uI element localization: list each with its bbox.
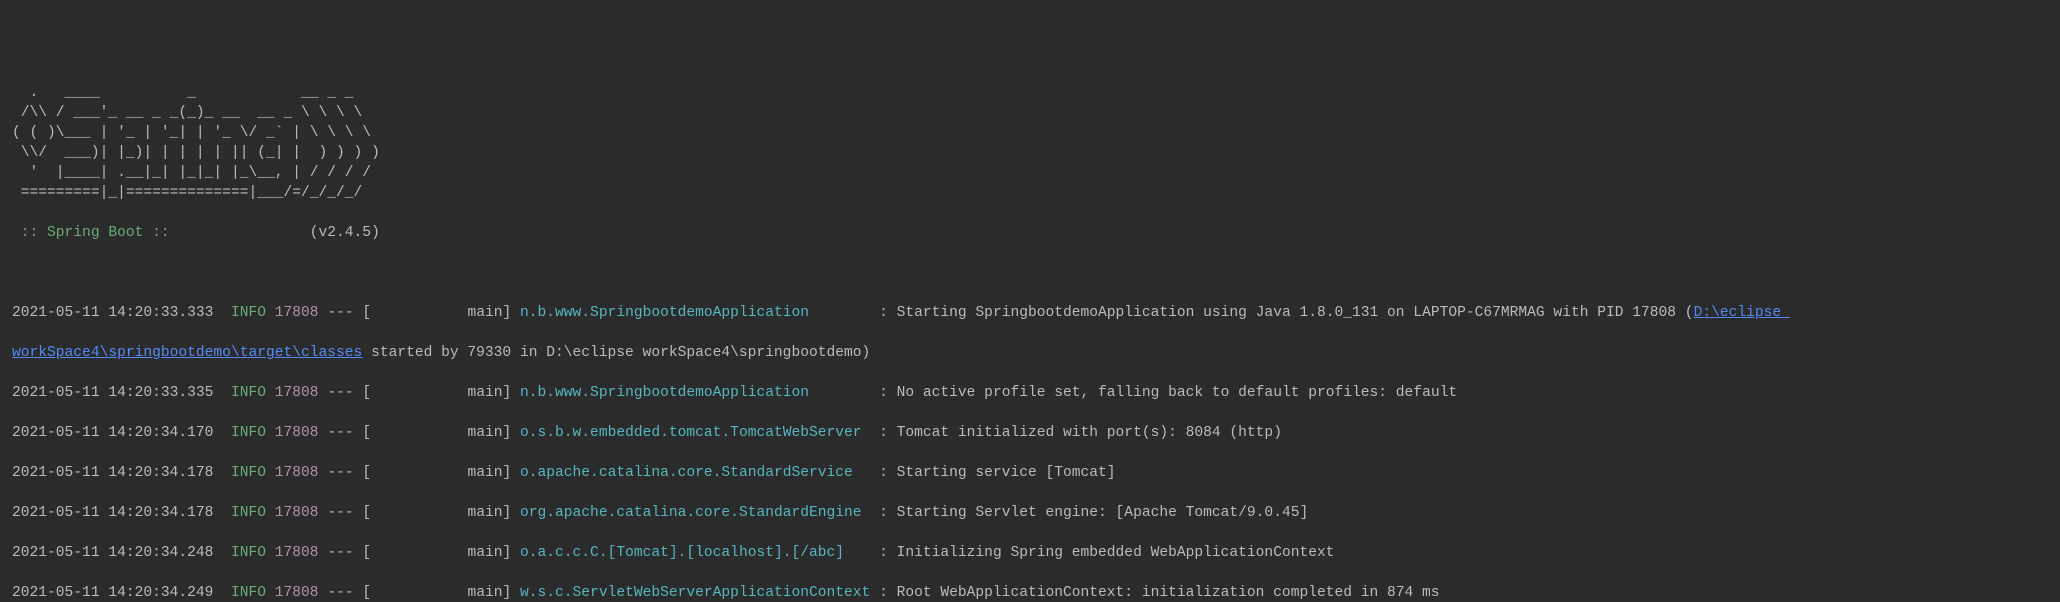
log-line-1: 2021-05-11 14:20:33.333 INFO 17808 --- […: [12, 303, 2048, 323]
banner-spring-line: :: Spring Boot :: (v2.4.5): [12, 223, 2048, 243]
log-line-3: 2021-05-11 14:20:34.170 INFO 17808 --- […: [12, 423, 2048, 443]
log-line-6: 2021-05-11 14:20:34.248 INFO 17808 --- […: [12, 543, 2048, 563]
banner-ascii: . ____ _ __ _ _ /\\ / ___'_ __ _ _(_)_ _…: [12, 83, 2048, 203]
blank-line: [12, 263, 2048, 283]
log-line-2: 2021-05-11 14:20:33.335 INFO 17808 --- […: [12, 383, 2048, 403]
log-line-1b: workSpace4\springbootdemo\target\classes…: [12, 343, 2048, 363]
log-path-link[interactable]: D:\eclipse: [1694, 305, 1790, 321]
log-path-link-2[interactable]: workSpace4\springbootdemo\target\classes: [12, 345, 362, 361]
log-console: . ____ _ __ _ _ /\\ / ___'_ __ _ _(_)_ _…: [0, 40, 2060, 602]
log-line-5: 2021-05-11 14:20:34.178 INFO 17808 --- […: [12, 503, 2048, 523]
log-line-4: 2021-05-11 14:20:34.178 INFO 17808 --- […: [12, 463, 2048, 483]
log-line-7: 2021-05-11 14:20:34.249 INFO 17808 --- […: [12, 583, 2048, 602]
